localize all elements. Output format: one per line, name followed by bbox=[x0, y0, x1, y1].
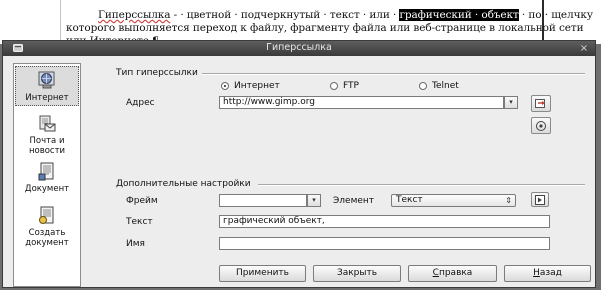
sidebar-item-label: Создать bbox=[28, 228, 66, 238]
name-input[interactable] bbox=[219, 237, 550, 250]
radio-internet[interactable]: Интернет bbox=[221, 81, 280, 91]
section-separator bbox=[258, 184, 585, 186]
updown-arrows-icon: ⇕ bbox=[505, 196, 512, 205]
close-dialog-button[interactable]: Закрыть bbox=[313, 265, 401, 282]
spellcheck-word: Гиперссылка bbox=[98, 9, 171, 21]
element-select-value: Текст bbox=[396, 195, 423, 205]
open-browser-button[interactable] bbox=[531, 95, 551, 112]
macro-icon bbox=[535, 194, 545, 205]
hyperlink-dialog: Гиперссылка × Интернет Почта и новости Д… bbox=[2, 40, 596, 288]
document-line[interactable]: которого выполняется переход к файлу, фр… bbox=[66, 22, 584, 34]
back-button[interactable]: Назад bbox=[504, 265, 591, 282]
section-title-more-settings: Дополнительные настройки bbox=[116, 179, 251, 189]
sidebar-item-document[interactable]: Документ bbox=[15, 162, 79, 194]
selected-text: графический · объект bbox=[399, 9, 519, 21]
back-mnemonic: Н bbox=[533, 268, 540, 278]
text-label: Текст bbox=[126, 217, 153, 227]
section-separator bbox=[202, 73, 585, 75]
document-text: - · цветной · подчеркнутый · текст · или… bbox=[170, 9, 400, 21]
globe-icon bbox=[38, 71, 55, 89]
radio-label: FTP bbox=[343, 81, 359, 91]
mail-news-icon bbox=[39, 115, 56, 132]
target-icon bbox=[536, 120, 546, 131]
sidebar-item-new-document[interactable]: Создать документ bbox=[15, 206, 79, 248]
radio-label: Интернет bbox=[234, 81, 280, 91]
help-button[interactable]: Справка bbox=[408, 265, 497, 282]
close-button[interactable]: × bbox=[577, 41, 591, 56]
target-in-document-button[interactable] bbox=[531, 117, 551, 134]
document-line[interactable]: Гиперссылка - · цветной · подчеркнутый ·… bbox=[98, 9, 593, 21]
help-label-rest: правка bbox=[438, 268, 473, 278]
radio-indicator bbox=[221, 82, 229, 90]
address-dropdown-button[interactable]: ▾ bbox=[504, 96, 518, 109]
name-label: Имя bbox=[126, 239, 145, 249]
radio-ftp[interactable]: FTP bbox=[330, 81, 359, 91]
radio-telnet[interactable]: Telnet bbox=[419, 81, 459, 91]
sidebar-item-label: новости bbox=[28, 146, 66, 156]
sidebar-item-label: Интернет bbox=[25, 93, 69, 103]
frame-dropdown-button[interactable]: ▾ bbox=[307, 194, 321, 207]
web-browser-icon bbox=[535, 99, 545, 108]
events-button[interactable] bbox=[531, 192, 549, 207]
radio-label: Telnet bbox=[432, 81, 459, 91]
sidebar-item-label: документ bbox=[25, 238, 69, 248]
frame-label: Фрейм bbox=[126, 196, 158, 206]
radio-indicator bbox=[419, 82, 427, 90]
sidebar-item-internet[interactable]: Интернет bbox=[15, 66, 79, 106]
dialog-title: Гиперссылка bbox=[266, 42, 332, 53]
apply-button[interactable]: Применить bbox=[219, 265, 306, 282]
address-label: Адрес bbox=[126, 98, 155, 108]
address-input[interactable]: http://www.gimp.org bbox=[219, 96, 504, 109]
sidebar-item-label: Документ bbox=[24, 184, 70, 194]
text-input[interactable]: графический объект, bbox=[219, 215, 550, 228]
section-title-hyperlink-type: Тип гиперссылки bbox=[116, 68, 198, 78]
sidebar-item-label: Почта и bbox=[29, 136, 65, 146]
page-margin-line bbox=[60, 0, 61, 44]
frame-input[interactable] bbox=[219, 194, 307, 207]
element-select[interactable]: Текст ⇕ bbox=[391, 194, 516, 207]
dialog-titlebar[interactable]: Гиперссылка × bbox=[3, 41, 595, 56]
radio-indicator bbox=[330, 82, 338, 90]
hyperlink-type-sidebar: Интернет Почта и новости Документ Создат… bbox=[13, 63, 81, 287]
document-icon bbox=[38, 162, 54, 181]
sidebar-item-mail-news[interactable]: Почта и новости bbox=[15, 114, 79, 156]
back-label-rest: азад bbox=[539, 268, 562, 278]
element-label: Элемент bbox=[333, 196, 375, 206]
new-document-icon bbox=[39, 206, 54, 224]
document-text: · по · щелчку bbox=[518, 9, 593, 21]
